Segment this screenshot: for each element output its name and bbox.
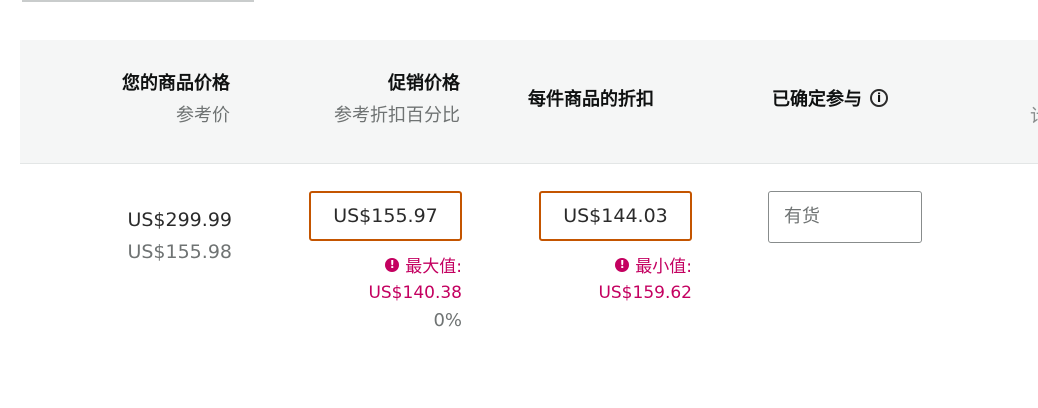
header-discount-per-unit: 每件商品的折扣 (528, 89, 654, 110)
header-reference-price: 参考价 (176, 105, 230, 126)
discount-error-label: 最小值: (635, 257, 692, 277)
header-confirmed: 已确定参与 i (772, 88, 888, 112)
top-input-edge (22, 0, 254, 2)
info-icon[interactable]: i (870, 89, 888, 107)
reference-price-value: US$155.98 (127, 241, 232, 263)
promo-error-label: 最大值: (405, 257, 462, 277)
confirmed-quantity-input[interactable]: 有货 (768, 191, 922, 243)
error-icon: ! (385, 258, 400, 272)
header-reference-discount: 参考折扣百分比 (334, 105, 460, 126)
discount-per-unit-input[interactable]: US$144.03 (539, 191, 692, 241)
your-price-value: US$299.99 (127, 209, 232, 231)
header-confirmed-label: 已确定参与 (772, 89, 862, 110)
error-icon: ! (615, 258, 630, 272)
confirmed-quantity-placeholder: 有货 (784, 206, 820, 227)
discount-error: ! 最小值: (530, 256, 692, 278)
promo-error-value: US$140.38 (368, 283, 462, 303)
promo-price-error: ! 最大值: (300, 256, 462, 278)
header-your-price: 您的商品价格 (122, 73, 230, 94)
discount-error-value: US$159.62 (598, 283, 692, 303)
header-promo-price: 促销价格 (388, 73, 460, 94)
header-next-column-cutoff: 计 (1030, 106, 1038, 128)
promo-discount-percent: 0% (433, 310, 462, 331)
promo-price-input[interactable]: US$155.97 (309, 191, 462, 241)
